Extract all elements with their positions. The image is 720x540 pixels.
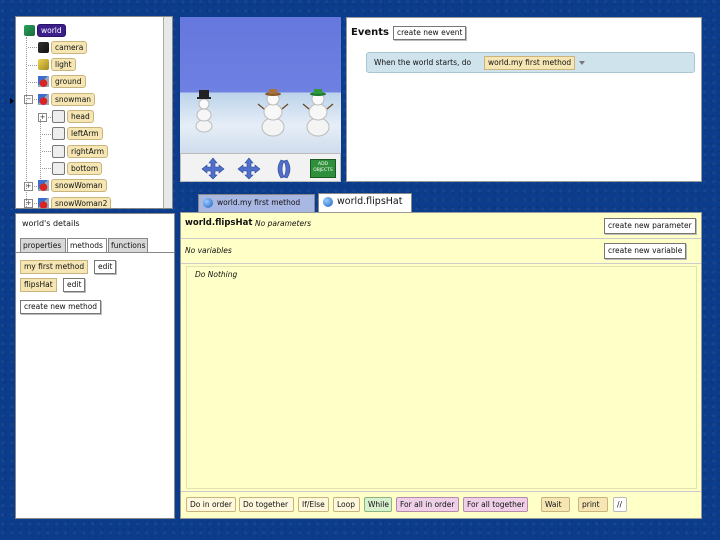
tree-item-label: bottom [67,161,103,175]
control-do-together[interactable]: Do together [239,497,294,512]
tab-methods[interactable]: methods [67,238,107,252]
tree-connector [42,168,51,170]
control-if-else[interactable]: If/Else [298,497,329,512]
control-do-in-order[interactable]: Do in order [186,497,236,512]
snow-figures [195,89,334,137]
tab-flipshat[interactable]: world.flipsHat [318,193,412,212]
camera-controls: ADD OBJECTS [180,153,341,182]
method-tab-icon [323,197,333,207]
edit-my-first-method-button[interactable]: edit [94,260,117,274]
tree-connector [28,81,37,83]
control-while[interactable]: While [364,497,392,512]
tree-item-label: camera [51,40,88,54]
tree-item-rightarm[interactable]: rightArm [52,144,109,158]
vars-divider [181,263,701,264]
tree-connector [42,133,51,135]
event-trigger-text: When the world starts, do [374,58,472,67]
tab-flipshat-label: world.flipsHat [337,196,403,207]
object-icon [38,93,49,105]
event-method-dropdown[interactable]: world.my first method [484,56,576,70]
control-for-all-in-order[interactable]: For all in order [396,497,459,512]
tree-item-label: head [67,110,94,123]
tree-guide [40,119,41,179]
method-editor: world.flipsHat No parameters create new … [180,212,702,519]
method-flipshat[interactable]: flipsHat [20,278,57,292]
tree-item-label: snowWoman2 [51,196,112,208]
tree-item-light[interactable]: light [38,58,76,72]
events-panel: Events create new event When the world s… [346,17,702,182]
tree-scrollbar[interactable] [163,17,172,208]
tree-item-label: ground [51,75,86,89]
tree-item-camera[interactable]: camera [38,40,88,54]
events-title: Events [351,27,389,38]
chevron-down-icon[interactable] [579,61,585,65]
method-name: world.flipsHat [185,218,253,228]
tree-guide [26,37,27,208]
add-objects-button[interactable]: ADD OBJECTS [310,159,336,178]
editor-tabs: world.my first method world.flipsHat [180,190,702,212]
object-icon [38,180,49,192]
tree-item-label: rightArm [67,144,109,158]
create-new-parameter-button[interactable]: create new parameter [604,218,696,234]
method-body[interactable]: Do Nothing [186,266,697,489]
tab-my-first-method-label: world.my first method [217,198,301,207]
object-icon [38,197,49,208]
event-method-label: world.my first method [488,58,572,67]
tree-item-label: snowman [51,92,96,106]
control-wait[interactable]: Wait [541,497,570,512]
tab-properties[interactable]: properties [20,238,66,252]
part-icon [52,110,65,123]
tree-item-ground[interactable]: ground [38,75,86,89]
part-icon [52,144,65,158]
control-print[interactable]: print [578,497,608,512]
create-new-variable-button[interactable]: create new variable [604,243,687,259]
event-world-starts[interactable]: When the world starts, do world.my first… [366,52,695,73]
params-divider [181,238,701,239]
no-parameters-label: No parameters [255,219,312,228]
method-tab-icon [203,198,213,208]
details-panel: world's details properties methods funct… [15,213,175,519]
tree-item-snowman[interactable]: snowman [38,92,96,106]
tree-connector [28,64,37,66]
snowman-figure-1-icon [195,90,213,133]
method-my-first-method[interactable]: my first method [20,260,89,274]
tab-my-first-method[interactable]: world.my first method [198,194,315,212]
do-nothing-label: Do Nothing [195,270,238,279]
tree-item-leftarm[interactable]: leftArm [52,127,103,141]
scene-view[interactable] [180,17,341,153]
tabs-divider [16,252,174,253]
create-new-method-button[interactable]: create new method [20,300,102,314]
tree-item-head[interactable]: head [52,110,94,124]
no-variables-label: No variables [185,246,232,255]
light-icon [38,59,49,71]
tree-item-bottom[interactable]: bottom [52,161,103,175]
object-icon [38,76,49,88]
camera-move-arrows-icon[interactable] [201,157,297,180]
create-new-event-button[interactable]: create new event [393,26,467,40]
tree-item-label: light [51,58,76,72]
part-icon [52,127,65,141]
control-for-all-together[interactable]: For all together [463,497,528,512]
tree-item-snowwoman2[interactable]: snowWoman2 [38,196,112,208]
object-tree: world camera light ground − snowman + head leftA… [15,16,173,209]
tree-item-label: snowWoman [51,179,107,193]
world-icon [24,24,35,36]
tab-functions[interactable]: functions [108,238,148,252]
tree-connector [28,47,37,49]
snowwoman-figure-1-icon [257,89,289,137]
edit-flipshat-button[interactable]: edit [63,278,86,292]
tree-item-label: leftArm [67,127,103,141]
tree-pointer-icon [10,98,14,104]
control-loop[interactable]: Loop [333,497,360,512]
tree-connector [42,151,51,153]
snowwoman-figure-2-icon [302,89,334,137]
camera-icon [38,41,49,53]
tree-item-world[interactable]: world [24,23,66,37]
details-title: world's details [22,219,80,228]
tree-item-snowwoman[interactable]: snowWoman [38,179,107,193]
control-comment[interactable]: // [613,497,627,512]
tree-item-label: world [37,23,66,37]
controls-divider [181,491,701,492]
part-icon [52,161,65,175]
